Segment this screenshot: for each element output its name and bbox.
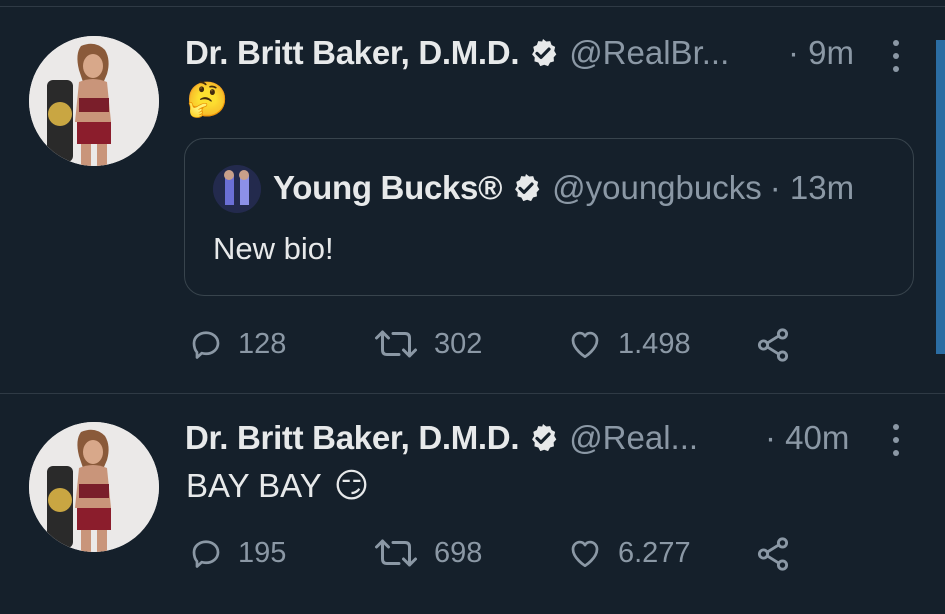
like-button[interactable]: 6.277 xyxy=(566,535,691,571)
share-icon xyxy=(757,537,789,571)
share-button[interactable] xyxy=(753,535,793,573)
quoted-header: Young Bucks® @youngbucks · 13m xyxy=(273,168,854,208)
thinking-emoji-icon: 🤔 xyxy=(186,81,229,119)
reply-count: 128 xyxy=(238,327,287,360)
tweet-header: Dr. Britt Baker, D.M.D. @Real... xyxy=(185,418,698,458)
like-button[interactable]: 1.498 xyxy=(566,326,691,362)
retweet-count: 698 xyxy=(434,536,483,569)
avatar[interactable] xyxy=(29,36,159,166)
tweet[interactable]: Dr. Britt Baker, D.M.D. @Real... · 40m B… xyxy=(0,394,945,614)
verified-badge-icon xyxy=(527,422,559,454)
reply-button[interactable]: 195 xyxy=(188,535,286,571)
quoted-avatar-image xyxy=(213,165,261,213)
like-count: 1.498 xyxy=(618,327,691,360)
share-button[interactable] xyxy=(753,326,793,364)
avatar-image xyxy=(29,422,159,552)
more-options-icon[interactable] xyxy=(893,424,899,456)
share-icon xyxy=(757,328,789,362)
quoted-handle[interactable]: @youngbucks xyxy=(552,168,762,208)
more-options-icon[interactable] xyxy=(893,40,899,72)
timestamp[interactable]: · 9m xyxy=(788,33,854,73)
like-count: 6.277 xyxy=(618,536,691,569)
heart-icon xyxy=(571,540,599,568)
handle[interactable]: @RealBr... xyxy=(569,33,729,73)
display-name[interactable]: Dr. Britt Baker, D.M.D. xyxy=(185,33,519,73)
tweet[interactable]: Dr. Britt Baker, D.M.D. @RealBr... · 9m … xyxy=(0,0,945,393)
smirk-emoji-icon: 😏 xyxy=(333,467,370,505)
display-name[interactable]: Dr. Britt Baker, D.M.D. xyxy=(185,418,519,458)
quoted-display-name[interactable]: Young Bucks® xyxy=(273,168,502,208)
verified-badge-icon xyxy=(510,172,542,204)
tweet-text: BAY BAY 😏 xyxy=(186,466,369,506)
quoted-tweet[interactable]: Young Bucks® @youngbucks · 13m New bio! xyxy=(184,138,914,296)
handle[interactable]: @Real... xyxy=(569,418,698,458)
retweet-icon xyxy=(375,330,417,358)
quoted-text: New bio! xyxy=(213,231,334,266)
tweet-text: 🤔 xyxy=(186,80,228,120)
avatar[interactable] xyxy=(29,422,159,552)
verified-badge-icon xyxy=(527,37,559,69)
retweet-button[interactable]: 302 xyxy=(372,326,482,362)
timestamp[interactable]: · 40m xyxy=(765,418,849,458)
reply-count: 195 xyxy=(238,536,287,569)
quoted-avatar[interactable] xyxy=(213,165,261,213)
heart-icon xyxy=(571,331,599,359)
reply-icon xyxy=(192,540,220,568)
reply-icon xyxy=(192,331,220,359)
retweet-count: 302 xyxy=(434,327,483,360)
tweet-body: BAY BAY xyxy=(186,467,322,504)
quoted-timestamp[interactable]: · 13m xyxy=(770,168,854,208)
retweet-button[interactable]: 698 xyxy=(372,535,482,571)
reply-button[interactable]: 128 xyxy=(188,326,286,362)
retweet-icon xyxy=(375,539,417,567)
tweet-header: Dr. Britt Baker, D.M.D. @RealBr... xyxy=(185,33,729,73)
avatar-image xyxy=(29,36,159,166)
